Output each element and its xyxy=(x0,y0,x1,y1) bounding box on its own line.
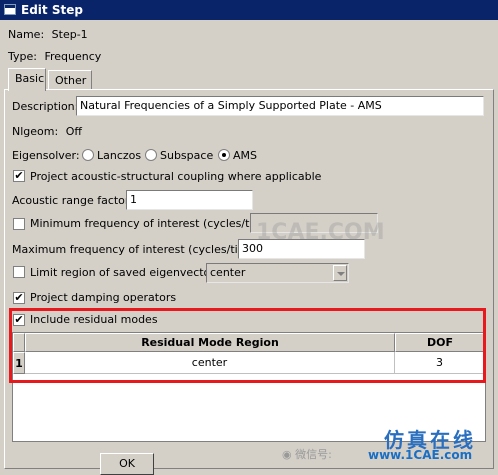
project-damping-checkbox[interactable]: ✔ xyxy=(13,292,25,304)
brand-url-text: www.1CAE.com xyxy=(368,448,473,462)
table-cell-region[interactable]: center xyxy=(25,352,395,374)
column-header-region[interactable]: Residual Mode Region xyxy=(25,333,395,352)
limit-region-value: center xyxy=(210,266,246,279)
limit-region-checkbox[interactable] xyxy=(13,266,25,278)
table-corner xyxy=(13,333,25,352)
nlgeom-row: Nlgeom: Off xyxy=(12,125,82,138)
watermark-text: 1CAE.COM xyxy=(256,220,385,245)
description-input[interactable]: Natural Frequencies of a Simply Supporte… xyxy=(76,96,484,116)
project-acoustic-checkbox[interactable]: ✔ xyxy=(13,170,25,182)
limit-region-select[interactable]: center xyxy=(206,263,349,283)
chevron-down-icon[interactable] xyxy=(333,265,347,281)
limit-region-label: Limit region of saved eigenvectors: xyxy=(30,266,225,279)
tab-basic[interactable]: Basic xyxy=(8,68,46,91)
wechat-label: 微信号: xyxy=(295,448,332,461)
column-header-dof[interactable]: DOF xyxy=(395,333,485,352)
min-frequency-label: Minimum frequency of interest (cycles/ti… xyxy=(30,217,278,230)
radio-ams-label: AMS xyxy=(233,149,257,162)
name-row: Name: Step-1 xyxy=(8,28,88,41)
title-bar[interactable]: Edit Step xyxy=(0,0,498,20)
window-title: Edit Step xyxy=(21,3,83,17)
radio-subspace[interactable] xyxy=(145,149,157,161)
residual-modes-checkbox[interactable]: ✔ xyxy=(13,314,25,326)
radio-ams[interactable] xyxy=(218,149,230,161)
type-row: Type: Frequency xyxy=(8,50,101,63)
project-damping-label: Project damping operators xyxy=(30,291,177,304)
radio-lanczos-label: Lanczos xyxy=(97,149,142,162)
acoustic-range-label: Acoustic range factor: xyxy=(12,194,133,207)
ok-button[interactable]: OK xyxy=(100,453,154,475)
residual-modes-label: Include residual modes xyxy=(30,313,158,326)
acoustic-range-input[interactable]: 1 xyxy=(126,190,253,210)
nlgeom-label: Nlgeom: xyxy=(12,125,59,138)
tab-other[interactable]: Other xyxy=(48,70,92,90)
radio-subspace-label: Subspace xyxy=(160,149,214,162)
description-label: Description: xyxy=(12,100,79,113)
window-icon xyxy=(4,4,16,15)
table-cell-dof[interactable]: 3 xyxy=(395,352,485,374)
watermark-wechat: ◉ 微信号: xyxy=(282,446,332,462)
name-label: Name: xyxy=(8,28,45,41)
wechat-icon: ◉ xyxy=(282,448,292,461)
min-frequency-checkbox[interactable] xyxy=(13,218,25,230)
row-index[interactable]: 1 xyxy=(13,352,25,374)
type-value: Frequency xyxy=(44,50,102,63)
watermark-brand-url: www.1CAE.com xyxy=(368,448,472,462)
eigensolver-label: Eigensolver: xyxy=(12,149,80,162)
nlgeom-value: Off xyxy=(65,125,82,138)
project-acoustic-label: Project acoustic-structural coupling whe… xyxy=(30,170,322,183)
max-frequency-label: Maximum frequency of interest (cycles/ti… xyxy=(12,243,264,256)
name-value: Step-1 xyxy=(51,28,88,41)
radio-lanczos[interactable] xyxy=(82,149,94,161)
type-label: Type: xyxy=(8,50,37,63)
